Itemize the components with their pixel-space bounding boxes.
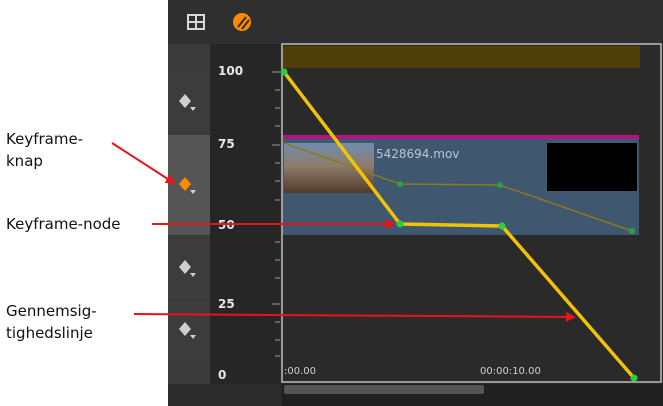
clip-keyframe-node bbox=[397, 181, 403, 187]
timeline-border bbox=[281, 43, 662, 383]
arrow-opacity-line bbox=[133, 311, 576, 322]
overlay-graphics bbox=[111, 43, 662, 383]
keyframe-node bbox=[280, 68, 288, 76]
scale-ticks bbox=[272, 71, 280, 357]
keyframe-node bbox=[396, 220, 404, 228]
clip-keyframe-node bbox=[497, 182, 503, 188]
keyframe-node bbox=[498, 222, 506, 230]
keyframe-node bbox=[630, 374, 638, 382]
clip-keyframe-node bbox=[629, 228, 635, 234]
clip-opacity-line bbox=[283, 142, 633, 232]
arrow-keyframe-button bbox=[111, 142, 176, 185]
